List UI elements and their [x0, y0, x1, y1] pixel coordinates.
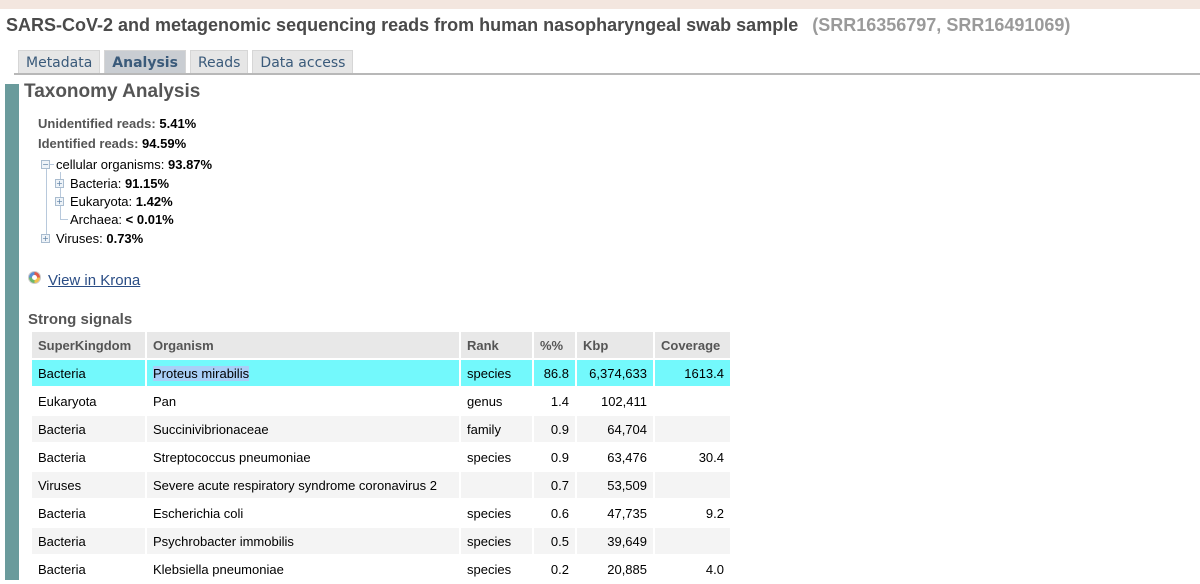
cell-organism[interactable]: Psychrobacter immobilis — [147, 528, 459, 554]
page-title: SARS-CoV-2 and metagenomic sequencing re… — [6, 15, 1070, 36]
accession-link-2[interactable]: SRR16491069 — [946, 15, 1064, 35]
tab-data-access[interactable]: Data access — [252, 50, 354, 74]
cell-coverage: 4.0 — [655, 556, 730, 582]
tree-connector — [60, 219, 68, 220]
cell-rank: family — [461, 416, 532, 442]
tree-node-cellular-organisms[interactable]: cellular organisms: 93.87% — [56, 157, 212, 172]
cell-percent: 0.9 — [534, 416, 575, 442]
cell-coverage: 30.4 — [655, 444, 730, 470]
cell-kbp: 6,374,633 — [577, 360, 653, 386]
cell-percent: 0.7 — [534, 472, 575, 498]
top-strip — [0, 0, 1200, 9]
table-row[interactable]: Bacteria Escherichia coli species 0.6 47… — [32, 500, 730, 526]
column-header-kbp[interactable]: Kbp — [577, 332, 653, 358]
tree-node-bacteria[interactable]: Bacteria: 91.15% — [70, 176, 169, 191]
tree-node-eukaryota[interactable]: Eukaryota: 1.42% — [70, 194, 173, 209]
tab-bar: Metadata Analysis Reads Data access — [18, 50, 354, 74]
column-header-organism[interactable]: Organism — [147, 332, 459, 358]
cell-rank: species — [461, 360, 532, 386]
cell-superkingdom: Bacteria — [32, 444, 145, 470]
cell-superkingdom: Bacteria — [32, 416, 145, 442]
cell-rank: species — [461, 528, 532, 554]
view-in-krona-link[interactable]: View in Krona — [48, 272, 140, 289]
cell-superkingdom: Bacteria — [32, 360, 145, 386]
cell-percent: 0.2 — [534, 556, 575, 582]
cell-organism: Proteus mirabilis — [147, 360, 459, 386]
cell-superkingdom: Bacteria — [32, 556, 145, 582]
cell-organism[interactable]: Severe acute respiratory syndrome corona… — [147, 472, 459, 498]
cell-kbp: 64,704 — [577, 416, 653, 442]
cell-rank: species — [461, 444, 532, 470]
section-sidebar-bar — [5, 84, 19, 580]
tree-node-archaea[interactable]: Archaea: < 0.01% — [70, 212, 174, 227]
cell-kbp: 20,885 — [577, 556, 653, 582]
cell-coverage: 9.2 — [655, 500, 730, 526]
cell-rank: species — [461, 500, 532, 526]
table-row[interactable]: Bacteria Psychrobacter immobilis species… — [32, 528, 730, 554]
table-row[interactable]: Eukaryota Pan genus 1.4 102,411 — [32, 388, 730, 414]
cell-percent: 0.5 — [534, 528, 575, 554]
cell-organism[interactable]: Escherichia coli — [147, 500, 459, 526]
cell-coverage — [655, 528, 730, 554]
cell-kbp: 102,411 — [577, 388, 653, 414]
expand-toggle-icon[interactable]: + — [55, 197, 64, 206]
cell-kbp: 53,509 — [577, 472, 653, 498]
column-header-rank[interactable]: Rank — [461, 332, 532, 358]
krona-chart-icon[interactable] — [28, 271, 41, 284]
table-header-row: SuperKingdom Organism Rank %% Kbp Covera… — [32, 332, 730, 358]
cell-coverage — [655, 388, 730, 414]
cell-percent: 0.6 — [534, 500, 575, 526]
cell-organism[interactable]: Klebsiella pneumoniae — [147, 556, 459, 582]
cell-rank — [461, 472, 532, 498]
cell-organism[interactable]: Succinivibrionaceae — [147, 416, 459, 442]
collapse-toggle-icon[interactable]: − — [41, 160, 50, 169]
cell-coverage — [655, 416, 730, 442]
cell-rank: genus — [461, 388, 532, 414]
cell-kbp: 47,735 — [577, 500, 653, 526]
unidentified-reads: Unidentified reads: 5.41% — [38, 116, 197, 131]
column-header-coverage[interactable]: Coverage — [655, 332, 730, 358]
cell-kbp: 63,476 — [577, 444, 653, 470]
table-row[interactable]: Bacteria Succinivibrionaceae family 0.9 … — [32, 416, 730, 442]
unidentified-reads-value: 5.41% — [159, 116, 197, 131]
study-title: SARS-CoV-2 and metagenomic sequencing re… — [6, 15, 799, 35]
table-row[interactable]: Bacteria Streptococcus pneumoniae specie… — [32, 444, 730, 470]
organism-link[interactable]: Proteus mirabilis — [153, 365, 250, 381]
strong-signals-table: SuperKingdom Organism Rank %% Kbp Covera… — [30, 330, 732, 584]
cell-rank: species — [461, 556, 532, 582]
expand-toggle-icon[interactable]: + — [41, 234, 50, 243]
identified-reads-value: 94.59% — [142, 136, 187, 151]
tab-reads[interactable]: Reads — [189, 50, 249, 74]
cell-coverage: 1613.4 — [655, 360, 730, 386]
strong-signals-heading: Strong signals — [28, 311, 133, 328]
tree-node-viruses[interactable]: Viruses: 0.73% — [56, 231, 143, 246]
cell-percent: 86.8 — [534, 360, 575, 386]
column-header-percent[interactable]: %% — [534, 332, 575, 358]
tab-divider — [14, 73, 1200, 75]
taxonomy-heading: Taxonomy Analysis — [24, 81, 201, 102]
tab-analysis[interactable]: Analysis — [104, 50, 186, 74]
cell-percent: 0.9 — [534, 444, 575, 470]
cell-kbp: 39,649 — [577, 528, 653, 554]
column-header-superkingdom[interactable]: SuperKingdom — [32, 332, 145, 358]
cell-percent: 1.4 — [534, 388, 575, 414]
cell-superkingdom: Bacteria — [32, 500, 145, 526]
cell-organism[interactable]: Streptococcus pneumoniae — [147, 444, 459, 470]
table-row[interactable]: Bacteria Klebsiella pneumoniae species 0… — [32, 556, 730, 582]
tree-connector — [46, 160, 47, 239]
cell-superkingdom: Bacteria — [32, 528, 145, 554]
accession-link-1[interactable]: SRR16356797 — [818, 15, 936, 35]
cell-superkingdom: Viruses — [32, 472, 145, 498]
cell-superkingdom: Eukaryota — [32, 388, 145, 414]
accession-list: (SRR16356797, SRR16491069) — [812, 15, 1071, 35]
identified-reads: Identified reads: 94.59% — [38, 136, 187, 151]
cell-coverage — [655, 472, 730, 498]
cell-organism[interactable]: Pan — [147, 388, 459, 414]
table-row[interactable]: Viruses Severe acute respiratory syndrom… — [32, 472, 730, 498]
tab-metadata[interactable]: Metadata — [18, 50, 101, 74]
table-row[interactable]: Bacteria Proteus mirabilis species 86.8 … — [32, 360, 730, 386]
expand-toggle-icon[interactable]: + — [55, 179, 64, 188]
